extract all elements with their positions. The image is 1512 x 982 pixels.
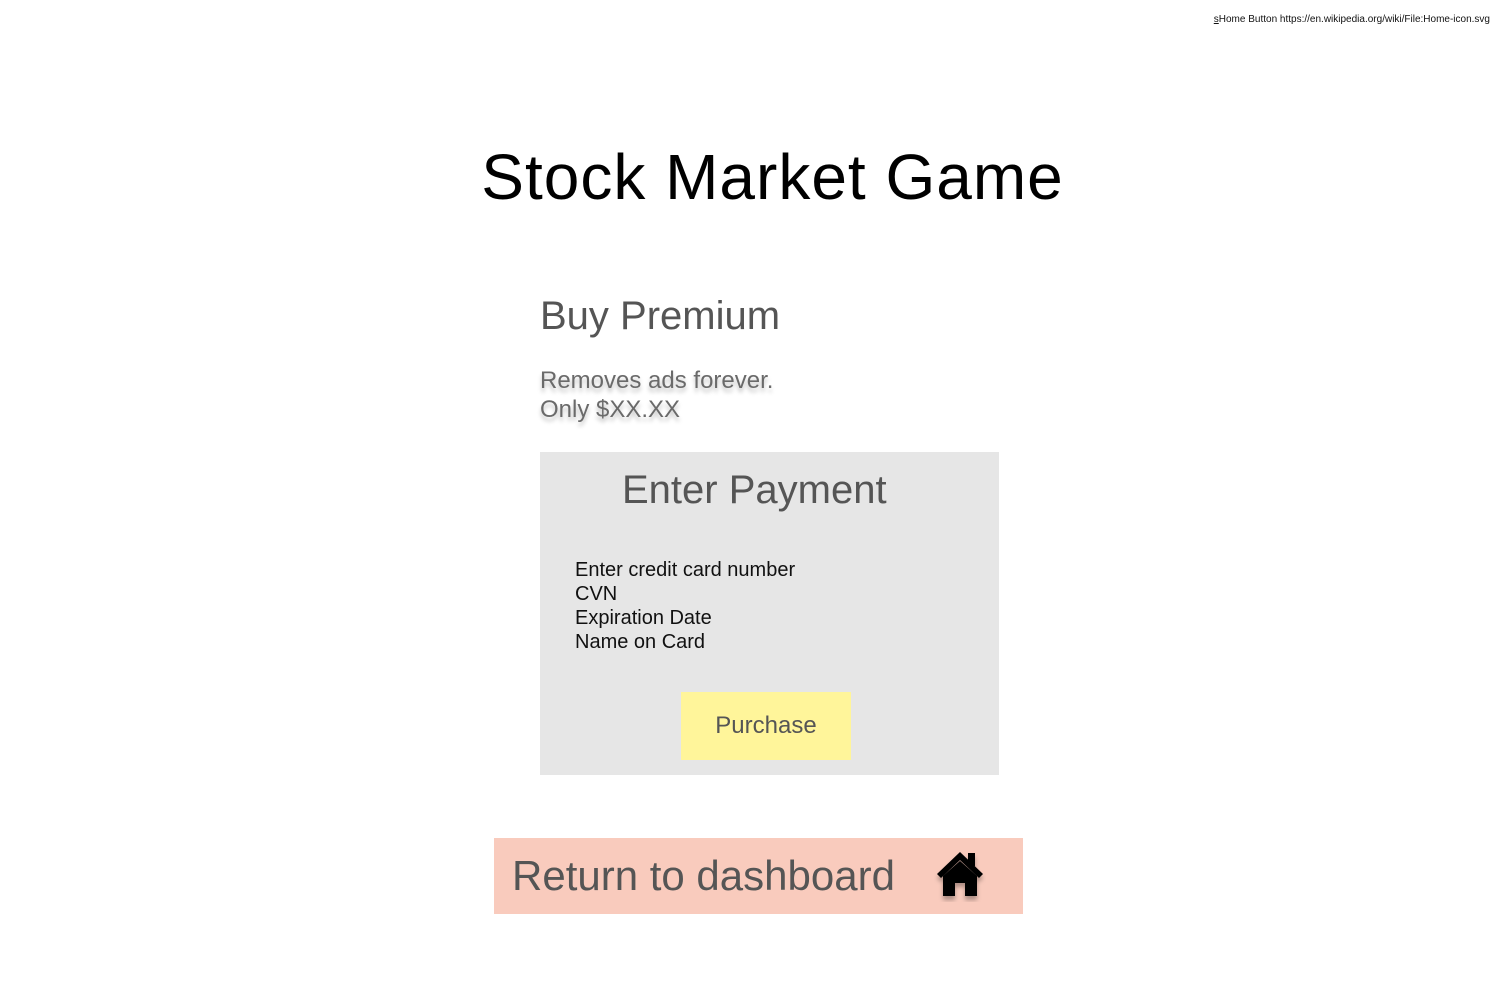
page-title: Stock Market Game bbox=[481, 141, 1064, 213]
attribution-note: sHome Button https://en.wikipedia.org/wi… bbox=[1214, 14, 1490, 25]
return-to-dashboard-button[interactable]: Return to dashboard bbox=[494, 838, 1023, 914]
payment-title: Enter Payment bbox=[622, 468, 887, 512]
premium-heading: Buy Premium bbox=[540, 294, 781, 338]
premium-description: Removes ads forever. Only $XX.XX bbox=[540, 366, 773, 424]
attribution-text: Home Button https://en.wikipedia.org/wik… bbox=[1218, 14, 1490, 25]
payment-panel: Enter Payment Enter credit card number C… bbox=[540, 452, 999, 775]
premium-benefit-text: Removes ads forever. bbox=[540, 367, 774, 394]
premium-price-text: Only $XX.XX bbox=[540, 396, 681, 423]
expiration-date-field[interactable]: Expiration Date bbox=[575, 606, 795, 630]
cvn-field[interactable]: CVN bbox=[575, 582, 795, 606]
return-to-dashboard-label: Return to dashboard bbox=[512, 852, 895, 899]
purchase-button[interactable]: Purchase bbox=[681, 692, 851, 760]
name-on-card-field[interactable]: Name on Card bbox=[575, 630, 795, 654]
payment-field-list: Enter credit card number CVN Expiration … bbox=[575, 558, 795, 654]
home-icon bbox=[937, 852, 983, 896]
credit-card-number-field[interactable]: Enter credit card number bbox=[575, 558, 795, 582]
